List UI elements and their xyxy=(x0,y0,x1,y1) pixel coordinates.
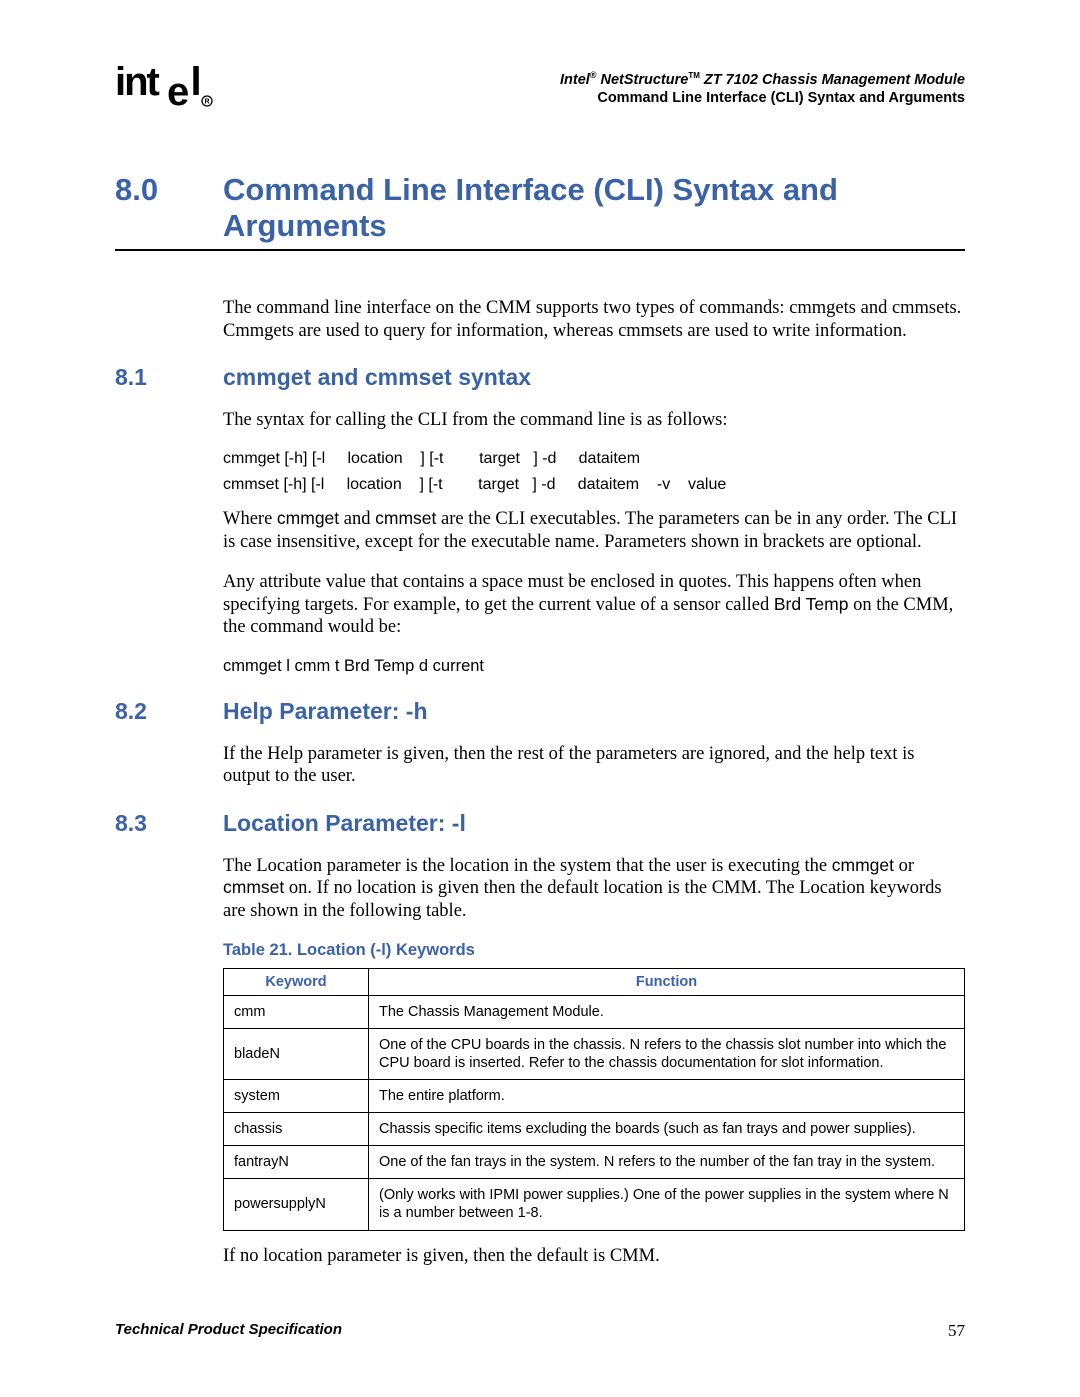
section-8-3-heading: 8.3 Location Parameter: -l xyxy=(115,810,965,837)
page-header: int e l R Intel® NetStructureTM ZT 7102 … xyxy=(115,60,965,124)
function-cell: The Chassis Management Module. xyxy=(369,995,965,1028)
cmd-cmmset: cmmset xyxy=(223,877,284,897)
syntax-cmmget: cmmget [-h] [-l location ] [-t target ] … xyxy=(223,450,965,468)
example-command: cmmget l cmm t Brd Temp d current xyxy=(223,657,965,676)
location-keywords-table: Keyword Function cmm The Chassis Managem… xyxy=(223,968,965,1231)
cmd-cmmget: cmmget xyxy=(832,855,894,875)
header-titles: Intel® NetStructureTM ZT 7102 Chassis Ma… xyxy=(560,60,965,106)
table-header-row: Keyword Function xyxy=(224,968,965,995)
section-8-2-heading: 8.2 Help Parameter: -h xyxy=(115,698,965,725)
svg-text:R: R xyxy=(205,99,210,106)
section-8-1-heading: 8.1 cmmget and cmmset syntax xyxy=(115,364,965,391)
table-caption: Table 21. Location (-l) Keywords xyxy=(223,941,965,960)
section-number: 8.1 xyxy=(115,364,223,391)
section-title: Help Parameter: -h xyxy=(223,698,428,725)
s81-p3: Any attribute value that contains a spac… xyxy=(223,571,965,639)
s82-p1: If the Help parameter is given, then the… xyxy=(223,743,965,788)
page-number: 57 xyxy=(948,1321,965,1341)
svg-text:e: e xyxy=(167,70,189,112)
syntax-cmmset: cmmset [-h] [-l location ] [-t target ] … xyxy=(223,476,965,494)
section-title: cmmget and cmmset syntax xyxy=(223,364,531,391)
chapter-title: Command Line Interface (CLI) Syntax and … xyxy=(223,172,965,243)
table-row: bladeN One of the CPU boards in the chas… xyxy=(224,1028,965,1079)
syntax-block: cmmget [-h] [-l location ] [-t target ] … xyxy=(223,450,965,494)
keyword-cell: bladeN xyxy=(224,1028,369,1079)
keyword-cell: powersupplyN xyxy=(224,1179,369,1230)
section-number: 8.3 xyxy=(115,810,223,837)
table-row: fantrayN One of the fan trays in the sys… xyxy=(224,1146,965,1179)
function-cell: Chassis specific items excluding the boa… xyxy=(369,1113,965,1146)
function-cell: One of the fan trays in the system. N re… xyxy=(369,1146,965,1179)
cmd-cmmget: cmmget xyxy=(277,508,339,528)
header-subtitle: Command Line Interface (CLI) Syntax and … xyxy=(560,90,965,106)
cmd-cmmset: cmmset xyxy=(375,508,436,528)
function-cell: The entire platform. xyxy=(369,1079,965,1112)
table-row: cmm The Chassis Management Module. xyxy=(224,995,965,1028)
sensor-name: Brd Temp xyxy=(774,594,849,614)
s83-p2: If no location parameter is given, then … xyxy=(223,1245,965,1268)
th-keyword: Keyword xyxy=(224,968,369,995)
svg-text:l: l xyxy=(191,60,202,104)
s81-p1: The syntax for calling the CLI from the … xyxy=(223,409,965,432)
s83-p1: The Location parameter is the location i… xyxy=(223,855,965,923)
chapter-number: 8.0 xyxy=(115,172,223,208)
keyword-cell: chassis xyxy=(224,1113,369,1146)
function-cell: (Only works with IPMI power supplies.) O… xyxy=(369,1179,965,1230)
table-row: system The entire platform. xyxy=(224,1079,965,1112)
th-function: Function xyxy=(369,968,965,995)
s81-p2: Where cmmget and cmmset are the CLI exec… xyxy=(223,508,965,553)
section-number: 8.2 xyxy=(115,698,223,725)
keyword-cell: cmm xyxy=(224,995,369,1028)
intel-logo-svg: int e l R xyxy=(115,60,225,112)
intel-logo: int e l R xyxy=(115,60,225,124)
section-title: Location Parameter: -l xyxy=(223,810,466,837)
table-row: chassis Chassis specific items excluding… xyxy=(224,1113,965,1146)
chapter-heading-block: 8.0 Command Line Interface (CLI) Syntax … xyxy=(115,172,965,251)
table-row: powersupplyN (Only works with IPMI power… xyxy=(224,1179,965,1230)
keyword-cell: fantrayN xyxy=(224,1146,369,1179)
header-product-line: Intel® NetStructureTM ZT 7102 Chassis Ma… xyxy=(560,70,965,88)
footer-doc-title: Technical Product Specification xyxy=(115,1321,342,1341)
svg-text:int: int xyxy=(115,60,160,104)
keyword-cell: system xyxy=(224,1079,369,1112)
page-footer: Technical Product Specification 57 xyxy=(115,1321,965,1341)
intro-paragraph: The command line interface on the CMM su… xyxy=(223,297,965,342)
function-cell: One of the CPU boards in the chassis. N … xyxy=(369,1028,965,1079)
